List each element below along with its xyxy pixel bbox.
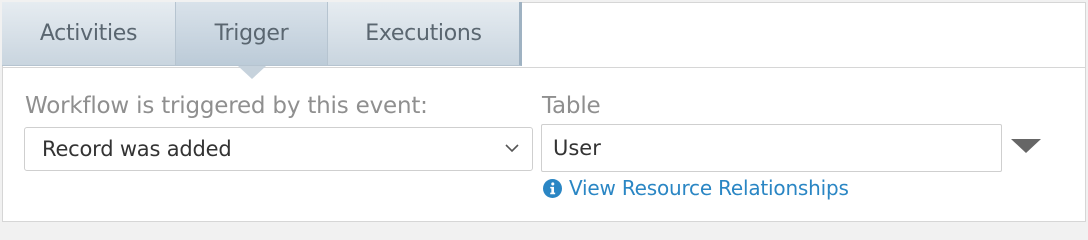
tab-trigger-label: Trigger <box>214 21 289 46</box>
triangle-down-icon[interactable] <box>1011 139 1041 153</box>
tab-activities-label: Activities <box>39 21 138 46</box>
tab-executions-label: Executions <box>365 21 482 46</box>
table-input[interactable] <box>541 124 1002 172</box>
event-label: Workflow is triggered by this event: <box>25 93 428 119</box>
event-select-value: Record was added <box>42 137 232 161</box>
tab-executions[interactable]: Executions <box>328 2 522 66</box>
info-icon <box>543 178 562 198</box>
tab-bar: Activities Trigger Executions <box>2 2 522 68</box>
chevron-down-icon <box>505 144 519 153</box>
event-select[interactable]: Record was added <box>24 127 533 171</box>
active-tab-pointer <box>238 66 266 79</box>
table-label: Table <box>542 93 601 119</box>
tab-activities[interactable]: Activities <box>2 2 176 66</box>
view-resource-relationships-label: View Resource Relationships <box>569 176 849 200</box>
tab-trigger[interactable]: Trigger <box>176 2 328 66</box>
view-resource-relationships-link[interactable]: View Resource Relationships <box>543 176 849 200</box>
tab-separator <box>3 67 1085 68</box>
